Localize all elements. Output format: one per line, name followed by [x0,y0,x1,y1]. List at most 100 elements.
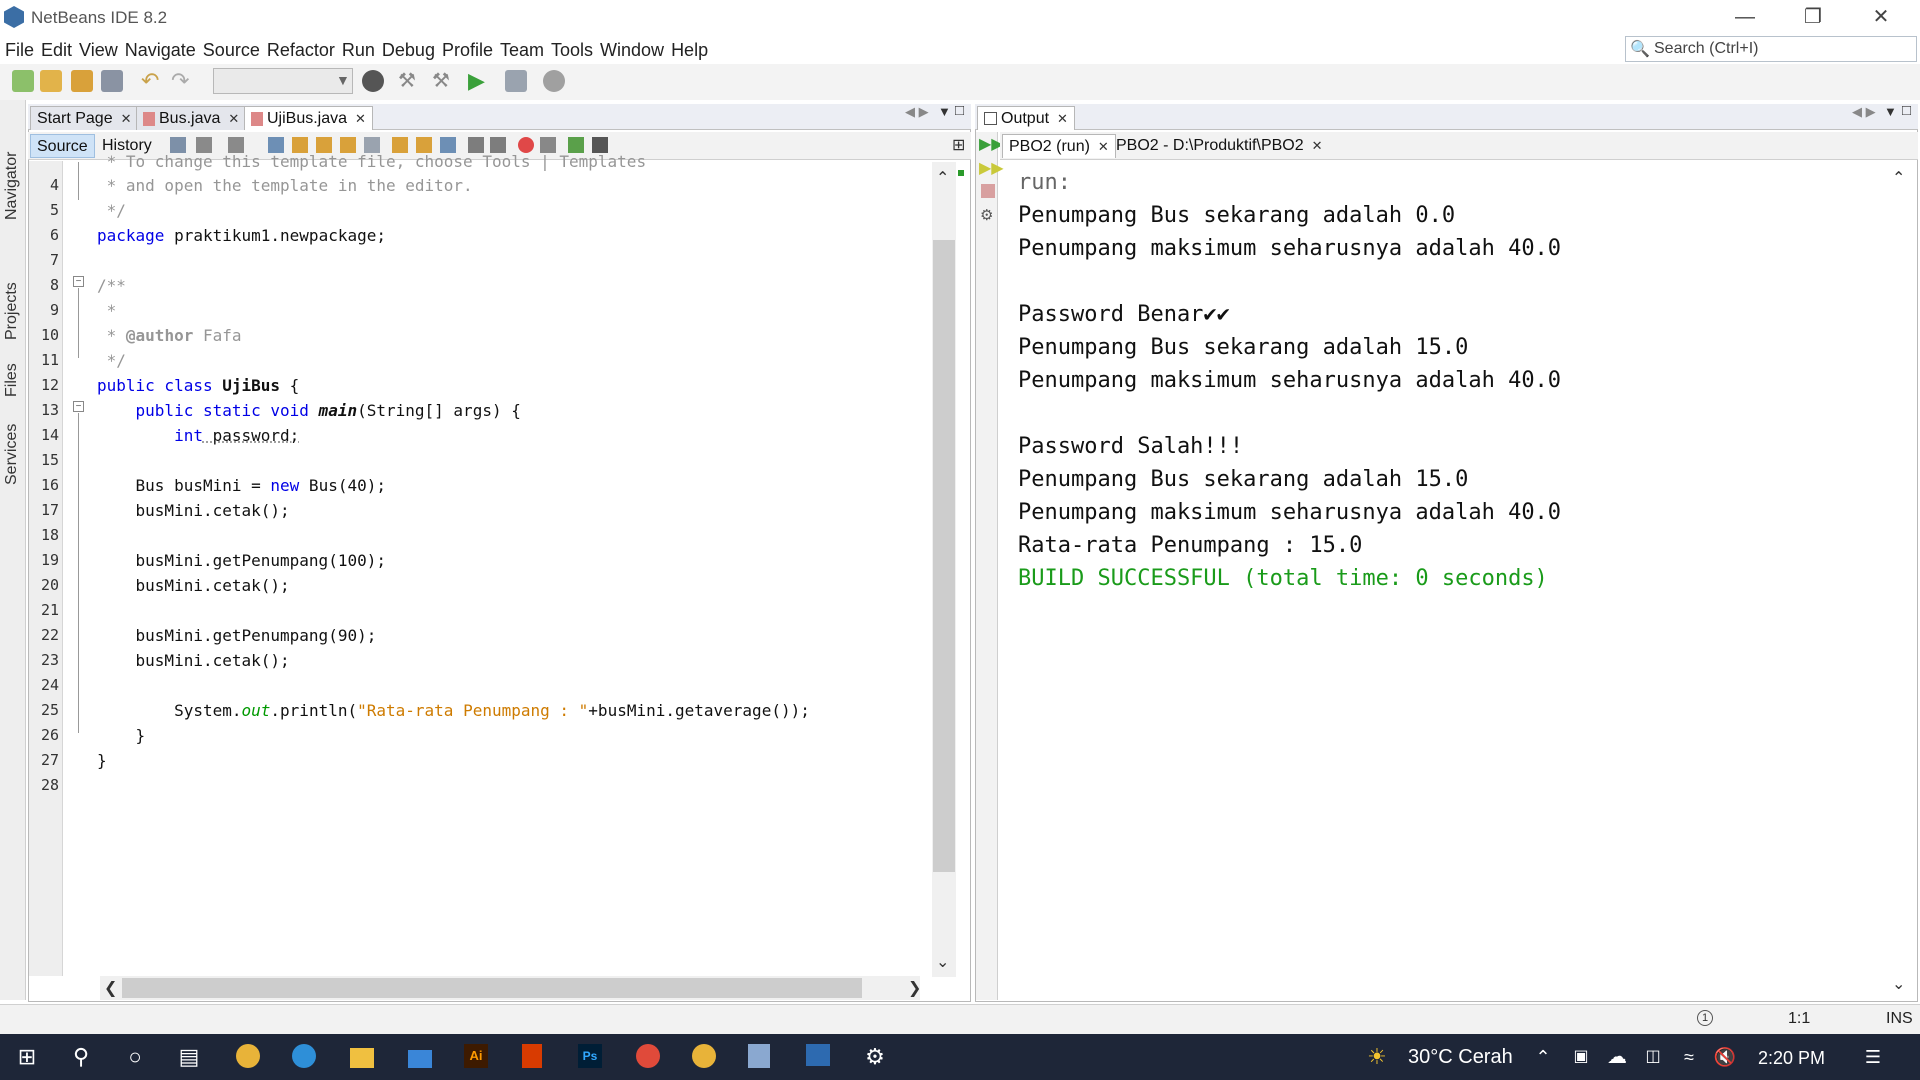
debug-icon[interactable] [505,70,527,92]
find-previous-icon[interactable] [292,137,308,153]
weather-text[interactable]: 30°C Cerah [1408,1046,1513,1069]
netbeans-taskbar-icon[interactable] [748,1044,770,1068]
weather-sun-icon[interactable]: ☀ [1364,1044,1390,1070]
settings-gear-icon[interactable]: ⚙ [862,1044,888,1070]
clean-build-icon[interactable]: ⚒ [432,70,454,92]
show-hidden-icons-chevron-icon[interactable]: ⌃ [1530,1044,1556,1070]
tab-services[interactable]: Services [3,405,25,485]
tab-pbo2-path[interactable]: PBO2 - D:\Produktif\PBO2 ✕ [1110,134,1329,158]
scroll-up-icon[interactable]: ⌃ [936,168,949,188]
chrome-profile-icon[interactable] [636,1044,660,1068]
menu-debug[interactable]: Debug [380,36,437,64]
menu-navigate[interactable]: Navigate [123,36,198,64]
chrome-profile-2-icon[interactable] [692,1044,716,1068]
forward-icon[interactable] [228,137,244,153]
menu-help[interactable]: Help [669,36,710,64]
previous-bookmark-icon[interactable] [392,137,408,153]
menu-refactor[interactable]: Refactor [265,36,337,64]
find-icon[interactable] [268,137,284,153]
meet-now-icon[interactable]: ▣ [1568,1044,1594,1070]
menu-file[interactable]: File [3,36,36,64]
close-icon[interactable]: ✕ [1312,138,1323,153]
chrome-icon[interactable] [236,1044,260,1068]
vertical-scroll-thumb[interactable] [933,240,955,872]
menu-run[interactable]: Run [340,36,377,64]
close-icon[interactable]: ✕ [355,111,366,126]
tab-scroll-arrows-icon[interactable]: ◀ ▶ [1852,104,1876,120]
menu-edit[interactable]: Edit [39,36,74,64]
configuration-select[interactable] [213,68,353,94]
minimize-icon[interactable]: — [1716,0,1774,34]
menu-team[interactable]: Team [498,36,546,64]
back-icon[interactable] [196,137,212,153]
scroll-left-icon[interactable]: ❮ [104,978,117,998]
tab-start-page[interactable]: Start Page ✕ [30,106,139,130]
fold-icon[interactable]: − [73,401,84,412]
menu-tools[interactable]: Tools [549,36,595,64]
profile-icon[interactable] [543,70,565,92]
restore-icon[interactable]: ❐ [1784,0,1842,34]
start-macro-recording-icon[interactable] [518,137,534,153]
close-icon[interactable]: ✕ [1057,111,1068,126]
horizontal-scroll-thumb[interactable] [122,978,862,998]
comment-icon[interactable] [568,137,584,153]
clock-time[interactable]: 2:20 PM [1758,1048,1825,1069]
scroll-down-icon[interactable]: ⌄ [936,952,949,972]
edge-icon[interactable] [292,1044,316,1068]
rerun-with-params-icon[interactable]: ▶▶ [979,158,1004,178]
battery-icon[interactable]: ◫ [1640,1044,1666,1070]
cortana-icon[interactable]: ○ [122,1044,148,1070]
task-view-icon[interactable]: ▤ [176,1044,202,1070]
uncomment-icon[interactable] [592,137,608,153]
settings-icon[interactable]: ⚙ [980,206,993,224]
office-icon[interactable] [522,1044,542,1068]
tab-scroll-arrows-icon[interactable]: ◀ ▶ [905,104,929,120]
close-icon[interactable]: ✕ [228,111,239,126]
split-editor-icon[interactable]: ⊞ [952,135,965,155]
fold-icon[interactable]: − [73,276,84,287]
shift-right-icon[interactable] [490,137,506,153]
next-bookmark-icon[interactable] [416,137,432,153]
tab-source[interactable]: Source [30,134,95,158]
search-input[interactable]: Search (Ctrl+I) [1625,36,1917,62]
scroll-right-icon[interactable]: ❯ [908,978,921,998]
new-project-icon[interactable] [40,70,62,92]
tab-list-chevron-icon[interactable]: ▼ [1884,104,1897,119]
tab-navigator[interactable]: Navigator [3,130,25,220]
close-icon[interactable]: ✕ [121,111,132,126]
maximize-window-icon[interactable]: □ [955,102,964,119]
onedrive-cloud-icon[interactable]: ☁ [1604,1044,1630,1070]
tab-output[interactable]: Output ✕ [977,106,1075,130]
stop-macro-recording-icon[interactable] [540,137,556,153]
shift-left-icon[interactable] [468,137,484,153]
redo-icon[interactable]: ↷ [171,70,193,92]
tab-pbo2-run[interactable]: PBO2 (run) ✕ [1002,134,1116,158]
tab-ujibus-java[interactable]: UjiBus.java ✕ [244,106,373,130]
illustrator-icon[interactable]: Ai [464,1044,488,1068]
volume-muted-icon[interactable]: 🔇 [1712,1044,1738,1070]
action-center-icon[interactable]: ☰ [1860,1044,1886,1070]
tab-list-chevron-icon[interactable]: ▼ [938,104,951,119]
menu-view[interactable]: View [77,36,120,64]
open-project-icon[interactable] [71,70,93,92]
file-explorer-icon[interactable] [350,1048,374,1068]
tab-files[interactable]: Files [3,345,25,397]
notifications-icon[interactable]: 1 [1697,1010,1713,1026]
toggle-bookmark-icon[interactable] [440,137,456,153]
windows-start-icon[interactable]: ⊞ [14,1044,40,1070]
new-file-icon[interactable] [12,70,34,92]
chevron-down-icon[interactable]: ▼ [336,72,350,88]
stop-icon[interactable] [981,184,995,198]
globe-icon[interactable] [362,70,384,92]
build-hammer-icon[interactable]: ⚒ [398,70,420,92]
scroll-up-icon[interactable]: ⌃ [1892,168,1905,188]
run-icon[interactable]: ▶ [468,70,490,92]
close-icon[interactable]: ✕ [1852,0,1910,34]
undo-icon[interactable]: ↶ [141,70,163,92]
wifi-icon[interactable]: ≈ [1676,1044,1702,1070]
photoshop-icon[interactable]: Ps [578,1044,602,1068]
mail-icon[interactable] [408,1050,432,1068]
tab-projects[interactable]: Projects [3,260,25,340]
find-next-icon[interactable] [316,137,332,153]
menu-window[interactable]: Window [598,36,666,64]
